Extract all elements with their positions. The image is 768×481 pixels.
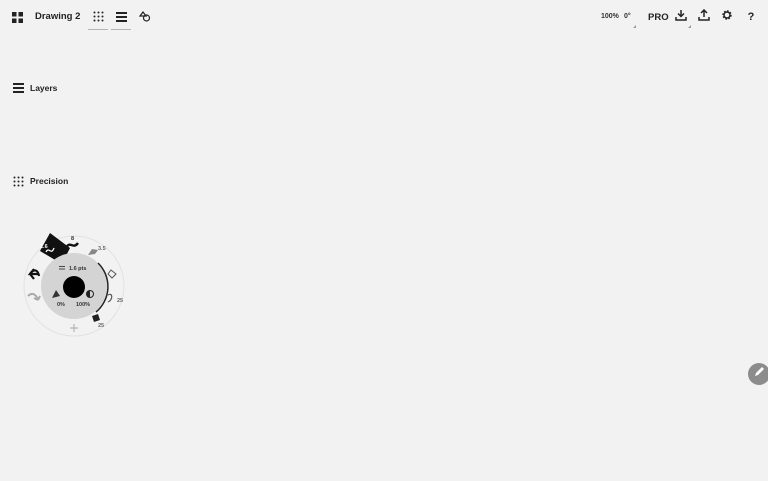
import-corner-mark [688, 25, 691, 28]
help-button[interactable]: ? [744, 10, 758, 24]
layers-panel-icon[interactable] [12, 82, 24, 94]
quick-tool-button[interactable] [748, 363, 768, 385]
drawing-canvas[interactable]: Drawing 2 100% 0° PRO ? Layers Precision… [0, 0, 768, 481]
rotation-level[interactable]: 0° [624, 13, 631, 20]
brush-opacity[interactable]: 0% [57, 302, 65, 308]
selected-brush-size: 1.6 [40, 244, 48, 250]
apps-grid-icon[interactable] [11, 11, 23, 23]
brush-size-mark-small: 8 [71, 236, 75, 242]
zoom-level[interactable]: 100% [601, 13, 619, 20]
grid-icon [93, 9, 104, 27]
zoom-corner-mark [633, 25, 636, 28]
export-icon [698, 8, 710, 26]
help-icon: ? [747, 11, 755, 23]
grid-tool-button[interactable] [88, 8, 108, 30]
brush-curve-icon[interactable] [64, 242, 79, 249]
layers-icon [115, 9, 127, 27]
brush-flow[interactable]: 100% [76, 302, 90, 308]
pressure-mark: 25 [117, 298, 124, 304]
import-icon [675, 8, 687, 26]
import-button[interactable] [674, 10, 688, 24]
redo-icon[interactable] [27, 292, 41, 301]
brush-size-mark-large: 3.5 [98, 246, 106, 252]
size-line-icon [59, 266, 65, 267]
shapes-icon [138, 9, 151, 27]
precision-panel-label[interactable]: Precision [30, 176, 68, 186]
gear-icon [721, 8, 733, 26]
layers-panel-label[interactable]: Layers [30, 83, 57, 93]
eraser-icon[interactable] [107, 269, 117, 279]
brush-color-dot[interactable] [63, 276, 85, 298]
brush-wheel[interactable] [20, 228, 135, 343]
pencil-icon [753, 365, 765, 383]
document-title[interactable]: Drawing 2 [35, 11, 80, 22]
add-brush-icon[interactable] [70, 324, 78, 332]
brush-shape-icon[interactable] [88, 249, 98, 255]
layers-tool-button[interactable] [111, 8, 131, 30]
brush-size-mark-bottom: 25 [98, 323, 105, 329]
export-button[interactable] [697, 8, 711, 26]
smudge-icon[interactable] [107, 293, 113, 303]
shapes-tool-button[interactable] [135, 8, 155, 28]
settings-button[interactable] [720, 10, 734, 24]
brush-size-readout[interactable]: 1.6 pts [69, 266, 86, 272]
pro-button[interactable]: PRO [648, 12, 669, 23]
precision-panel-icon[interactable] [12, 175, 24, 187]
bucket-icon[interactable] [92, 314, 100, 322]
